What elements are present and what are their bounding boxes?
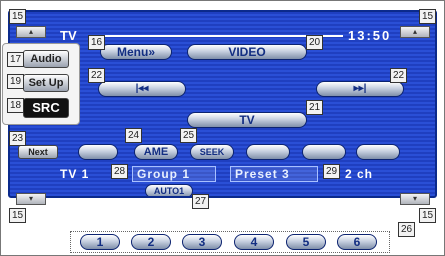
- callout-15-bottom-left: 15: [9, 208, 27, 223]
- callout-29: 29: [323, 164, 341, 179]
- seek-button[interactable]: SEEK: [190, 144, 234, 160]
- scroll-up-left-icon[interactable]: ▴: [16, 26, 46, 38]
- function-button-4[interactable]: [246, 144, 290, 160]
- preset-button-2[interactable]: 2: [131, 234, 171, 250]
- next-menu-button[interactable]: Next: [18, 145, 58, 159]
- ame-button[interactable]: AME: [134, 144, 178, 160]
- callout-22-right: 22: [390, 68, 408, 83]
- src-button[interactable]: SRC: [23, 98, 69, 118]
- channel-label: 2 ch: [345, 167, 374, 181]
- function-button-1[interactable]: [78, 144, 118, 160]
- function-button-5[interactable]: [302, 144, 346, 160]
- callout-24: 24: [125, 128, 143, 143]
- preset-button-4[interactable]: 4: [234, 234, 274, 250]
- auto-button[interactable]: AUTO1: [145, 184, 193, 196]
- setup-button[interactable]: Set Up: [23, 74, 69, 92]
- scroll-down-right-icon[interactable]: ▾: [400, 193, 430, 205]
- callout-28: 28: [111, 164, 129, 179]
- callout-20: 20: [306, 35, 324, 50]
- preset-button-1[interactable]: 1: [80, 234, 120, 250]
- callout-21: 21: [306, 100, 324, 115]
- clock: 13:50: [348, 28, 392, 43]
- group-display: Group 1: [132, 166, 216, 182]
- scroll-down-left-icon[interactable]: ▾: [16, 193, 46, 205]
- prev-channel-button[interactable]: |◂◂: [98, 81, 186, 97]
- tv-function-button[interactable]: TV: [187, 112, 307, 128]
- tuner-label: TV 1: [60, 167, 90, 181]
- source-label: TV: [60, 28, 77, 43]
- menu-button[interactable]: Menu»: [100, 44, 172, 60]
- preset-button-5[interactable]: 5: [286, 234, 326, 250]
- callout-18: 18: [7, 98, 25, 113]
- callout-16: 16: [88, 35, 106, 50]
- callout-15-top-right: 15: [419, 9, 437, 24]
- callout-19: 19: [7, 74, 25, 89]
- function-button-6[interactable]: [356, 144, 400, 160]
- callout-17: 17: [7, 52, 25, 67]
- next-channel-button[interactable]: ▸▸|: [316, 81, 404, 97]
- callout-15-top-left: 15: [9, 9, 27, 24]
- scroll-up-right-icon[interactable]: ▴: [400, 26, 430, 38]
- callout-22-left: 22: [88, 68, 106, 83]
- preset-button-3[interactable]: 3: [182, 234, 222, 250]
- callout-25: 25: [180, 128, 198, 143]
- callout-15-bottom-right: 15: [419, 208, 437, 223]
- callout-23: 23: [9, 131, 27, 146]
- callout-26: 26: [398, 222, 416, 237]
- preset-display: Preset 3: [230, 166, 318, 182]
- audio-button[interactable]: Audio: [23, 50, 69, 68]
- preset-button-6[interactable]: 6: [337, 234, 377, 250]
- video-button[interactable]: VIDEO: [187, 44, 307, 60]
- callout-27: 27: [192, 194, 210, 209]
